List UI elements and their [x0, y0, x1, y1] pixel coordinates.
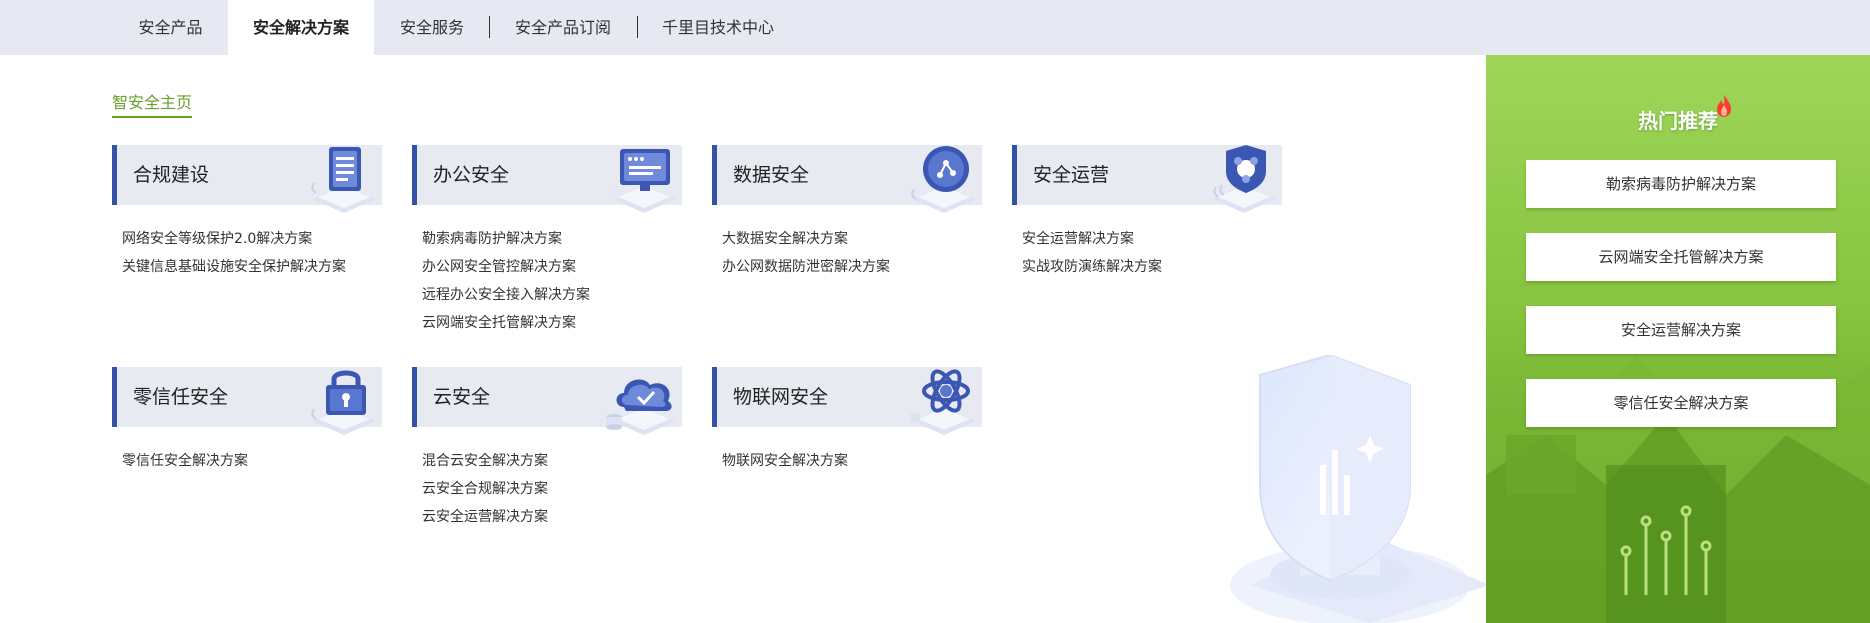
solution-link[interactable]: 物联网安全解决方案 — [722, 447, 982, 475]
top-tab-bar: 安全产品 安全解决方案 安全服务 安全产品订阅 千里目技术中心 — [0, 0, 1870, 55]
category-card: 安全运营 安全运营解决方案 实战攻防演练解决方案 — [1012, 145, 1282, 281]
category-card: 云安全 混合云安全解决方案 云安全合规解决方案 云安全运营解决方案 — [412, 367, 682, 531]
category-title: 合规建设 — [133, 164, 210, 186]
solution-link[interactable]: 云网端安全托管解决方案 — [422, 309, 682, 337]
hot-recommend-panel: 热门推荐 勒索病毒防护解决方案 云网端安全托管解决方案 安全运营解决方案 零信任… — [1486, 55, 1870, 623]
category-card: 数据安全 大数据安全解决方案 办公网数据防泄密解决方案 — [712, 145, 982, 281]
hot-item-button[interactable]: 安全运营解决方案 — [1526, 306, 1836, 354]
solution-link[interactable]: 云安全运营解决方案 — [422, 503, 682, 531]
category-header: 合规建设 — [112, 145, 382, 213]
tab-security-products[interactable]: 安全产品 — [113, 0, 228, 55]
solution-link[interactable]: 网络安全等级保护2.0解决方案 — [122, 225, 382, 253]
tab-security-solutions[interactable]: 安全解决方案 — [228, 0, 374, 55]
hot-recommend-title: 热门推荐 — [1638, 109, 1718, 133]
category-card: 办公安全 勒索病毒防护解决方案 办公网安全管控解决方案 远程办公安全接入解决方案… — [412, 145, 682, 337]
category-card: 物联网安全 物联网安全解决方案 — [712, 367, 982, 475]
solution-link[interactable]: 零信任安全解决方案 — [122, 447, 382, 475]
category-header: 物联网安全 — [712, 367, 982, 435]
category-title: 零信任安全 — [133, 386, 229, 408]
category-title: 物联网安全 — [733, 386, 829, 408]
hot-item-button[interactable]: 勒索病毒防护解决方案 — [1526, 160, 1836, 208]
solution-link[interactable]: 云安全合规解决方案 — [422, 475, 682, 503]
category-header: 数据安全 — [712, 145, 982, 213]
solution-link[interactable]: 远程办公安全接入解决方案 — [422, 281, 682, 309]
security-operations-icon — [1212, 145, 1276, 213]
category-title: 数据安全 — [733, 164, 810, 186]
solution-link[interactable]: 安全运营解决方案 — [1022, 225, 1282, 253]
tab-divider — [489, 16, 490, 38]
data-share-icon — [911, 146, 976, 213]
tab-security-services[interactable]: 安全服务 — [374, 0, 490, 55]
padlock-icon — [311, 370, 376, 435]
category-card: 合规建设 网络安全等级保护2.0解决方案 关键信息基础设施安全保护解决方案 — [112, 145, 382, 281]
category-header: 云安全 — [412, 367, 682, 435]
category-title: 云安全 — [433, 386, 491, 408]
category-title: 办公安全 — [433, 164, 510, 186]
tab-divider — [637, 16, 638, 38]
solution-link[interactable]: 实战攻防演练解决方案 — [1022, 253, 1282, 281]
category-header: 办公安全 — [412, 145, 682, 213]
solution-link[interactable]: 关键信息基础设施安全保护解决方案 — [122, 253, 382, 281]
category-header: 零信任安全 — [112, 367, 382, 435]
shield-illustration-icon — [1230, 355, 1490, 623]
solution-link[interactable]: 大数据安全解决方案 — [722, 225, 982, 253]
home-link[interactable]: 智安全主页 — [112, 89, 193, 118]
category-title: 安全运营 — [1033, 164, 1110, 186]
solution-link[interactable]: 混合云安全解决方案 — [422, 447, 682, 475]
solution-link[interactable]: 办公网数据防泄密解决方案 — [722, 253, 982, 281]
fire-icon — [1717, 95, 1731, 117]
hot-item-button[interactable]: 云网端安全托管解决方案 — [1526, 233, 1836, 281]
cloud-check-icon — [606, 379, 676, 435]
solution-link[interactable]: 办公网安全管控解决方案 — [422, 253, 682, 281]
clipboard-icon — [311, 147, 376, 213]
monitor-icon — [609, 149, 676, 213]
category-header: 安全运营 — [1012, 145, 1282, 213]
solution-link[interactable]: 勒索病毒防护解决方案 — [422, 225, 682, 253]
tab-product-subscription[interactable]: 安全产品订阅 — [500, 0, 626, 55]
iot-atom-icon — [910, 369, 976, 435]
category-card: 零信任安全 零信任安全解决方案 — [112, 367, 382, 475]
tab-tech-center[interactable]: 千里目技术中心 — [648, 0, 788, 55]
hot-item-button[interactable]: 零信任安全解决方案 — [1526, 379, 1836, 427]
